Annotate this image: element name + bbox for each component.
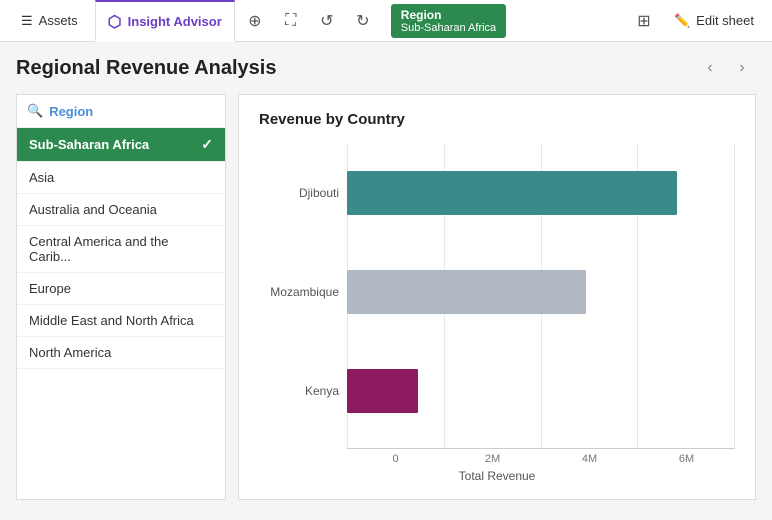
bar-fill-1	[347, 270, 586, 314]
search-label: Region	[49, 104, 93, 119]
sidebar-item-2[interactable]: Australia and Oceania	[17, 194, 225, 226]
page-title: Regional Revenue Analysis	[16, 57, 276, 80]
insight-label: Insight Advisor	[128, 14, 222, 29]
bar-row-2: Kenya	[259, 369, 735, 413]
sidebar-item-0[interactable]: Sub-Saharan Africa✓	[17, 128, 225, 162]
bar-fill-0	[347, 171, 677, 215]
assets-label: Assets	[39, 13, 78, 28]
bar-track-1	[347, 270, 735, 314]
x-label-3: 6M	[638, 453, 735, 465]
chart-title: Revenue by Country	[259, 111, 735, 128]
checkmark-icon: ✓	[201, 136, 213, 153]
bar-label-2: Kenya	[259, 384, 339, 398]
tab-insight-advisor[interactable]: ⬡ Insight Advisor	[95, 0, 235, 42]
page-title-row: Regional Revenue Analysis ‹ ›	[16, 54, 756, 82]
fullscreen-icon[interactable]: ⛶	[275, 5, 307, 37]
grid-icon[interactable]: ⊞	[628, 5, 660, 37]
insight-icon: ⬡	[108, 12, 122, 32]
x-axis-title: Total Revenue	[259, 469, 735, 483]
x-axis: 02M4M6M	[347, 448, 735, 465]
sidebar-item-3[interactable]: Central America and the Carib...	[17, 226, 225, 273]
main-layout: 🔍 Region Sub-Saharan Africa✓AsiaAustrali…	[16, 94, 756, 500]
assets-icon: ☰	[21, 13, 33, 29]
prev-arrow[interactable]: ‹	[696, 54, 724, 82]
sidebar: 🔍 Region Sub-Saharan Africa✓AsiaAustrali…	[16, 94, 226, 500]
sidebar-search: 🔍 Region	[17, 95, 225, 128]
zoom-in-icon[interactable]: ⊕	[239, 5, 271, 37]
bar-fill-2	[347, 369, 418, 413]
search-icon: 🔍	[27, 103, 43, 119]
bar-track-2	[347, 369, 735, 413]
tab-assets[interactable]: ☰ Assets	[8, 0, 91, 42]
edit-sheet-label: Edit sheet	[696, 13, 754, 28]
sidebar-items-container: Sub-Saharan Africa✓AsiaAustralia and Oce…	[17, 128, 225, 369]
badge-title: Region	[401, 8, 442, 22]
bar-row-0: Djibouti	[259, 171, 735, 215]
x-label-0: 0	[347, 453, 444, 465]
chart-container: Djibouti Mozambique Kenya 02M4M6M Total Re…	[259, 144, 735, 483]
bar-chart: Djibouti Mozambique Kenya	[259, 144, 735, 448]
x-label-2: 4M	[541, 453, 638, 465]
page-nav-arrows: ‹ ›	[696, 54, 756, 82]
bar-track-0	[347, 171, 735, 215]
sidebar-item-5[interactable]: Middle East and North Africa	[17, 305, 225, 337]
top-nav: ☰ Assets ⬡ Insight Advisor ⊕ ⛶ ↺ ↻ Regio…	[0, 0, 772, 42]
bar-row-1: Mozambique	[259, 270, 735, 314]
sidebar-item-1[interactable]: Asia	[17, 162, 225, 194]
edit-sheet-button[interactable]: ✏️ Edit sheet	[664, 7, 764, 35]
badge-value: Sub-Saharan Africa	[401, 22, 496, 34]
sidebar-item-6[interactable]: North America	[17, 337, 225, 369]
edit-icon: ✏️	[674, 13, 690, 29]
next-arrow[interactable]: ›	[728, 54, 756, 82]
bar-label-1: Mozambique	[259, 285, 339, 299]
chart-area: Revenue by Country Djibouti Mozambique Ken…	[238, 94, 756, 500]
sidebar-item-4[interactable]: Europe	[17, 273, 225, 305]
region-badge[interactable]: Region Sub-Saharan Africa	[391, 4, 506, 38]
chart-inner: Djibouti Mozambique Kenya	[259, 144, 735, 448]
page-content: Regional Revenue Analysis ‹ › 🔍 Region S…	[0, 42, 772, 520]
bar-label-0: Djibouti	[259, 186, 339, 200]
x-label-1: 2M	[444, 453, 541, 465]
undo-icon[interactable]: ↺	[311, 5, 343, 37]
redo-icon[interactable]: ↻	[347, 5, 379, 37]
